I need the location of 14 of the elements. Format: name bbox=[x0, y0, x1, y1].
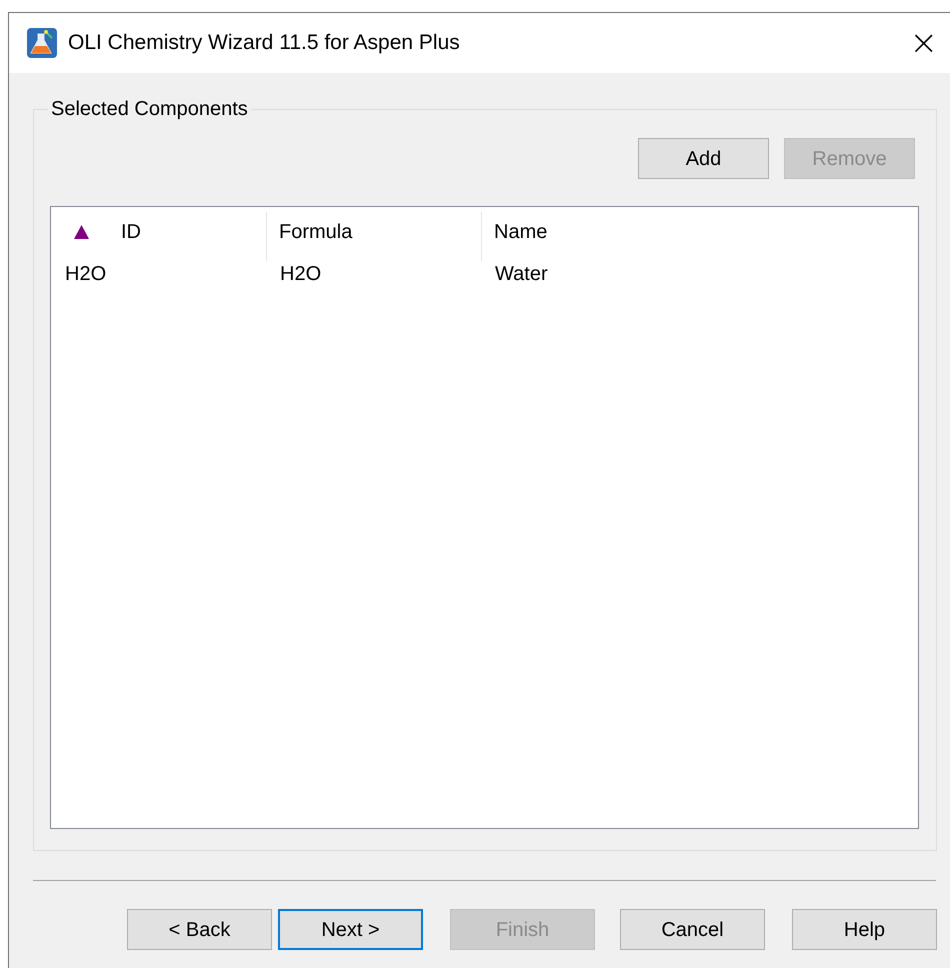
flask-icon bbox=[27, 28, 57, 58]
column-header[interactable]: ID bbox=[121, 217, 141, 247]
column-header[interactable]: Name bbox=[494, 217, 548, 247]
close-button[interactable]: × bbox=[906, 26, 942, 60]
dialog-button[interactable]: Help bbox=[792, 909, 937, 950]
dialog-button[interactable]: Add bbox=[638, 138, 769, 179]
table-cell: H2O bbox=[280, 263, 322, 285]
dialog-button[interactable]: < Back bbox=[127, 909, 272, 950]
dialog-button[interactable]: Next > bbox=[278, 909, 423, 950]
column-header[interactable]: Formula bbox=[279, 217, 352, 247]
table-cell: H2O bbox=[65, 263, 106, 285]
window-title: OLI Chemistry Wizard 11.5 for Aspen Plus bbox=[68, 30, 460, 56]
table-cell: Water bbox=[495, 263, 548, 285]
dialog-button[interactable]: Cancel bbox=[620, 909, 765, 950]
